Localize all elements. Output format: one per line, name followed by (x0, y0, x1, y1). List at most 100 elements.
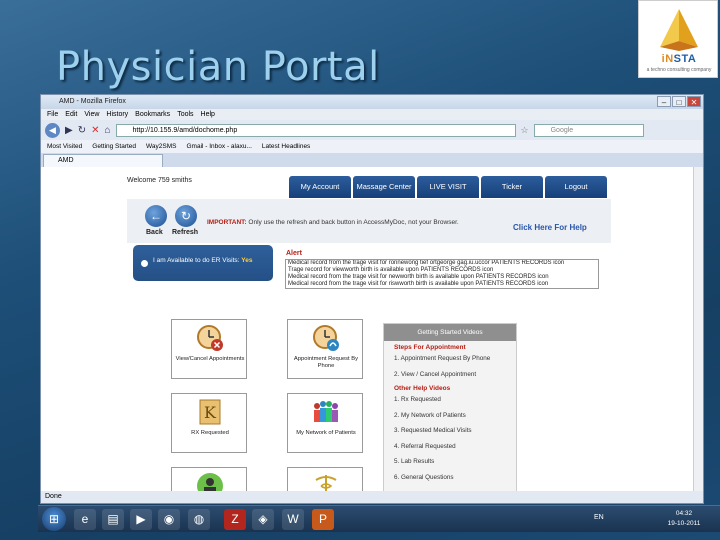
nav-live-visit[interactable]: LIVE VISIT (417, 176, 479, 198)
refresh-button[interactable]: ↻ (175, 205, 197, 227)
close-button[interactable]: ✕ (687, 96, 701, 107)
window-titlebar: AMD - Mozilla Firefox – □ ✕ (41, 95, 703, 109)
status-bar: Done (41, 491, 703, 503)
tab-strip: AMD (41, 153, 703, 167)
clock-cancel-icon (197, 325, 223, 351)
availability-indicator (141, 260, 148, 267)
menu-bookmarks[interactable]: Bookmarks (135, 109, 170, 120)
bookmark-star-icon[interactable]: ☆ (521, 125, 529, 136)
nav-massage-center[interactable]: Massage Center (353, 176, 415, 198)
welcome-text: Welcome 759 smiths (127, 177, 192, 184)
tile-rx-requested[interactable]: K RX Requested (171, 393, 247, 453)
tab-amd[interactable]: AMD (43, 154, 163, 167)
alert-item: Trage record for viewworth birth is avai… (288, 267, 494, 273)
ie-icon[interactable]: e (74, 509, 96, 530)
doctor-icon (197, 473, 223, 491)
logo-tagline: a techno consulting company (646, 67, 712, 73)
video-link[interactable]: 5. Lab Results (384, 454, 516, 470)
videos-header: Getting Started Videos (384, 324, 516, 341)
menu-tools[interactable]: Tools (177, 109, 193, 120)
video-link[interactable]: 2. My Network of Patients (384, 408, 516, 424)
alert-item: Medical record from the trage visit for … (288, 260, 565, 266)
page-scrollbar[interactable] (693, 167, 703, 491)
bookmark-item[interactable]: Gmail - Inbox - alaxu... (187, 140, 252, 153)
window-title: AMD - Mozilla Firefox (59, 98, 126, 105)
search-input[interactable]: Google (533, 123, 644, 137)
caduceus-icon (315, 475, 337, 491)
videos-section-appointment: Steps For Appointment (394, 344, 466, 351)
video-link[interactable]: 1. Rx Requested (384, 392, 516, 408)
stop-icon[interactable]: ✕ (91, 125, 99, 136)
important-notice: IMPORTANT: Only use the refresh and back… (207, 219, 459, 226)
menu-bar: File Edit View History Bookmarks Tools H… (41, 109, 703, 120)
alert-label: Alert (286, 250, 302, 257)
clock-phone-icon (313, 325, 339, 351)
tile-my-network-of-patients[interactable]: My Network of Patients (287, 393, 363, 453)
forward-arrow-icon[interactable]: ▶ (65, 125, 73, 136)
tile-view-cancel-appointments[interactable]: View/Cancel Appointments (171, 319, 247, 379)
mortar-pestle-icon: K (199, 399, 221, 425)
clock[interactable]: 04:32 19-10-2011 (658, 509, 710, 529)
er-availability-text: I am Available to do ER Visits: Yes (153, 257, 253, 264)
back-label: Back (146, 229, 163, 236)
bookmark-item[interactable]: Way2SMS (146, 140, 176, 153)
nav-logout[interactable]: Logout (545, 176, 607, 198)
navigation-toolbar: ◀ ▶ ↻ ✕ ⌂ http://10.155.9/amd/dochome.ph… (41, 120, 703, 140)
video-link[interactable]: 1. Appointment Request By Phone (384, 351, 516, 367)
video-link[interactable]: 4. Referral Requested (384, 439, 516, 455)
maximize-button[interactable]: □ (672, 96, 686, 107)
page-content: Welcome 759 smiths My Account Massage Ce… (41, 167, 703, 491)
alert-item: Medical record from the trage visit for … (288, 274, 549, 280)
people-network-icon (314, 401, 338, 422)
reload-icon[interactable]: ↻ (78, 125, 86, 136)
slide-title: Physician Portal (56, 44, 380, 90)
bookmark-item[interactable]: Latest Headlines (262, 140, 310, 153)
bookmarks-toolbar: Most Visited Getting Started Way2SMS Gma… (41, 140, 703, 153)
home-icon[interactable]: ⌂ (104, 125, 110, 136)
back-arrow-icon[interactable]: ◀ (45, 122, 60, 138)
tile-medical-records[interactable] (287, 467, 363, 491)
video-link[interactable]: 6. General Questions (384, 470, 516, 486)
alert-item: Medical record from the trage visit for … (288, 281, 549, 287)
insta-logo: iNSTA a techno consulting company (638, 0, 718, 78)
firefox-icon[interactable]: ◍ (188, 509, 210, 530)
tile-appointment-request-by-phone[interactable]: Appointment Request By Phone (287, 319, 363, 379)
er-availability-value: Yes (241, 257, 253, 264)
media-player-icon[interactable]: ▶ (130, 509, 152, 530)
browser-window: AMD - Mozilla Firefox – □ ✕ File Edit Vi… (40, 94, 704, 504)
top-nav: My Account Massage Center LIVE VISIT Tic… (289, 176, 607, 198)
powerpoint-icon[interactable]: P (312, 509, 334, 530)
back-button[interactable]: ← (145, 205, 167, 227)
minimize-button[interactable]: – (657, 96, 671, 107)
windows-taskbar: ⊞ e ▤ ▶ ◉ ◍ Z ◈ W P EN 04:32 19-10-2011 (38, 505, 720, 532)
start-button[interactable]: ⊞ (42, 507, 66, 531)
folder-icon[interactable]: ▤ (102, 509, 124, 530)
menu-help[interactable]: Help (201, 109, 215, 120)
menu-file[interactable]: File (47, 109, 58, 120)
nav-my-account[interactable]: My Account (289, 176, 351, 198)
menu-history[interactable]: History (106, 109, 128, 120)
tile-medical-visit[interactable] (171, 467, 247, 491)
chrome-icon[interactable]: ◉ (158, 509, 180, 530)
filezilla-icon[interactable]: Z (224, 509, 246, 530)
video-link[interactable]: 2. View / Cancel Appointment (384, 367, 516, 383)
er-availability-box[interactable]: I am Available to do ER Visits: Yes (133, 245, 273, 281)
bookmark-item[interactable]: Most Visited (47, 140, 82, 153)
videos-section-help: Other Help Videos (394, 385, 451, 392)
svg-text:K: K (204, 403, 217, 422)
menu-view[interactable]: View (84, 109, 99, 120)
url-bar[interactable]: http://10.155.9/amd/dochome.php (115, 123, 516, 137)
word-icon[interactable]: W (282, 509, 304, 530)
help-link[interactable]: Click Here For Help (513, 223, 587, 232)
action-toolbox: ← Back ↻ Refresh IMPORTANT: Only use the… (127, 199, 611, 243)
video-link[interactable]: 3. Requested Medical Visits (384, 423, 516, 439)
app-icon[interactable]: ◈ (252, 509, 274, 530)
alert-list[interactable]: Medical record from the trage visit for … (285, 259, 599, 289)
language-indicator[interactable]: EN (594, 514, 604, 521)
pyramid-icon (660, 9, 698, 51)
bookmark-item[interactable]: Getting Started (92, 140, 136, 153)
refresh-label: Refresh (172, 229, 199, 236)
logo-word: iNSTA (661, 53, 697, 65)
menu-edit[interactable]: Edit (65, 109, 77, 120)
nav-ticker[interactable]: Ticker (481, 176, 543, 198)
